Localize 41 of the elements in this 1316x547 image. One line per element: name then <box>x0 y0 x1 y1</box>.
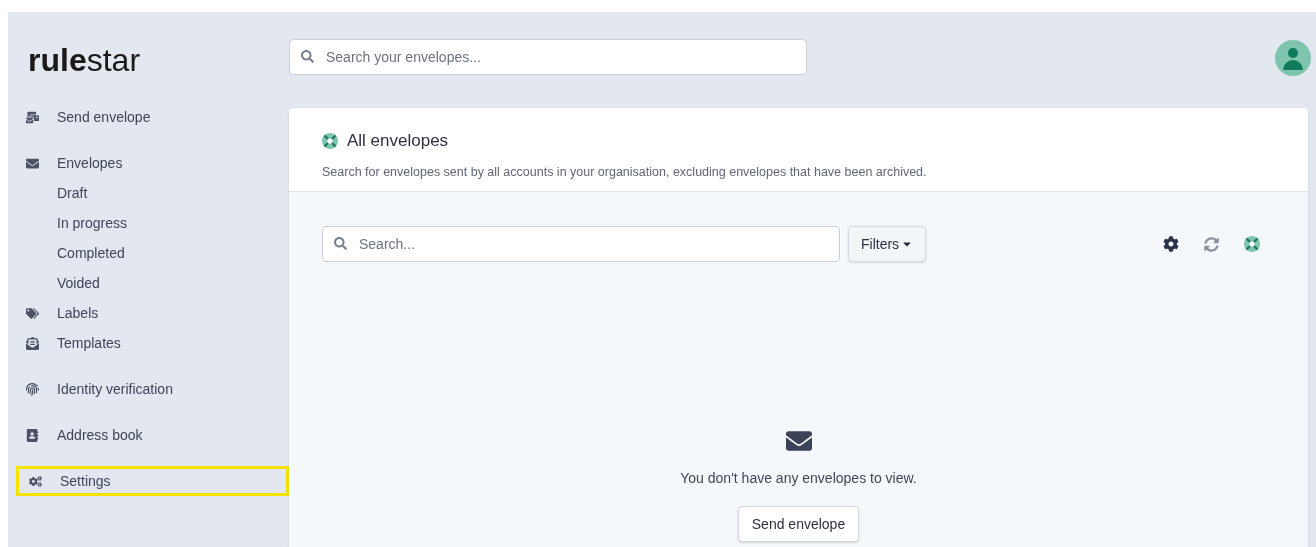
panel-title: All envelopes <box>347 130 449 152</box>
open-envelope-icon <box>26 336 39 350</box>
nav-item[interactable]: Send envelope <box>26 102 289 132</box>
nav-label: Templates <box>57 333 121 353</box>
search-icon <box>334 237 347 250</box>
address-book-icon <box>26 428 39 442</box>
fingerprint-icon <box>26 382 39 396</box>
nav-label: Labels <box>57 303 99 323</box>
send-envelope-button[interactable]: Send envelope <box>737 506 860 542</box>
search-icon <box>301 50 314 63</box>
lifebuoy-icon <box>1244 236 1260 252</box>
nav-item[interactable]: Templates <box>26 328 289 358</box>
avatar[interactable] <box>1275 40 1311 76</box>
nav-label: Identity verification <box>57 379 173 399</box>
logo: rulestar <box>28 41 142 80</box>
gears-icon <box>29 474 42 488</box>
search-field[interactable]: Search... <box>322 226 840 262</box>
nav-subitem[interactable]: In progress <box>26 208 289 238</box>
search-field[interactable]: Search your envelopes... <box>289 39 807 75</box>
nav-item[interactable]: Envelopes <box>26 148 289 178</box>
nav-item[interactable]: Address book <box>26 420 289 450</box>
nav-subitem[interactable]: Completed <box>26 238 289 268</box>
nav-item[interactable]: Settings <box>16 466 289 496</box>
settings-icon[interactable] <box>1163 236 1179 252</box>
envelope-icon <box>26 156 39 170</box>
envelope-icon <box>785 428 812 454</box>
tag-icon <box>26 306 39 320</box>
nav-label: Send envelope <box>57 107 151 127</box>
nav-item[interactable]: Identity verification <box>26 374 289 404</box>
panel-description: Search for envelopes sent by all accounts in your organisation, excluding envelopes that have been archived. <box>322 163 928 181</box>
nav-label: Address book <box>57 425 143 445</box>
nav-item[interactable]: Labels <box>26 298 289 328</box>
empty-message: You don't have any envelopes to view. <box>680 469 917 488</box>
nav-label: Settings <box>60 471 111 491</box>
nav-subitem[interactable]: Draft <box>26 178 289 208</box>
lifebuoy-icon <box>322 132 338 149</box>
nav-subitem[interactable]: Voided <box>26 268 289 298</box>
envelopes-icon <box>26 110 39 124</box>
filters-button[interactable]: Filters <box>848 226 927 262</box>
nav-label: Envelopes <box>57 153 123 173</box>
refresh-icon[interactable] <box>1204 236 1219 252</box>
